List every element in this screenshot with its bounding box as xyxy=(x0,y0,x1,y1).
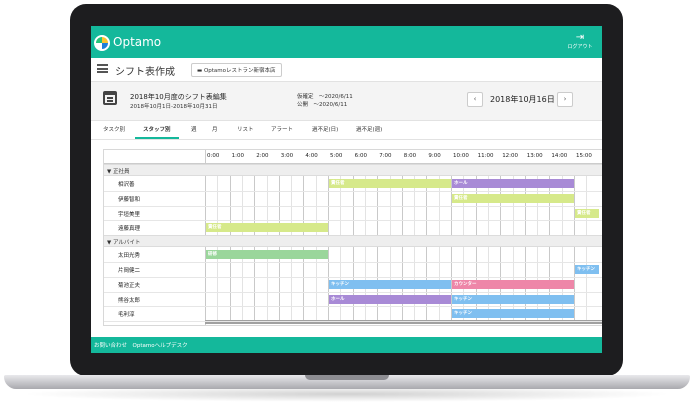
hour-label: 0:00 xyxy=(207,153,220,159)
hour-label: 1:00 xyxy=(231,153,244,159)
staff-name: 伊藤智和 xyxy=(118,196,141,203)
hour-label: 6:00 xyxy=(354,153,367,159)
hour-label: 10:00 xyxy=(453,153,469,159)
prev-date-button[interactable]: ‹ xyxy=(467,92,483,107)
staff-name: 片岡健二 xyxy=(118,268,141,274)
current-date: 2018年10月16日 xyxy=(490,95,555,104)
schedule-info-bar: 2018年10月度のシフト表編集 2018年10月1日-2018年10月31日 … xyxy=(91,82,602,121)
hour-label: 3:00 xyxy=(280,153,294,159)
group-label: ▼ アルバイト xyxy=(107,240,141,247)
active-tab-indicator xyxy=(135,137,179,139)
group-label: ▼ 正社員 xyxy=(107,169,130,175)
staff-column-header xyxy=(104,150,206,164)
logout-icon: ⇥ xyxy=(575,32,585,43)
calendar-icon xyxy=(103,91,117,105)
laptop-notch xyxy=(305,375,389,380)
shift-bar[interactable]: 責任者 xyxy=(206,223,328,233)
tab-month[interactable]: 月 xyxy=(212,125,218,133)
row-divider xyxy=(104,220,602,222)
shift-bar[interactable]: ホール xyxy=(329,294,451,304)
next-date-button[interactable]: › xyxy=(557,92,573,107)
publish-text: 公開 〜2020/6/11 xyxy=(297,102,348,108)
shift-bar[interactable]: 責任者 xyxy=(329,179,451,188)
staff-name: 遠藤真理 xyxy=(118,226,141,233)
hour-label: 7:00 xyxy=(379,153,392,159)
title-bar: シフト表作成 ▬ Optamoレストラン新宿本店 xyxy=(91,58,602,82)
tab-week[interactable]: 週 xyxy=(191,125,197,133)
schedule-range: 2018年10月1日-2018年10月31日 xyxy=(130,104,218,110)
logout-label: ログアウト xyxy=(567,44,593,50)
staff-name: 宇垣美里 xyxy=(118,211,141,218)
shift-bar[interactable]: キッチン xyxy=(452,294,574,304)
shift-bar[interactable]: キッチン xyxy=(329,279,451,289)
row-divider xyxy=(104,262,602,263)
store-name: Optamoレストラン新宿本店 xyxy=(203,68,276,74)
shift-bar[interactable]: 責任者 xyxy=(452,193,574,203)
app-header: Optamo ⇥ ログアウト xyxy=(91,26,602,58)
hour-label: 8:00 xyxy=(403,153,417,159)
row-divider xyxy=(104,306,602,308)
shift-bar[interactable]: ホール xyxy=(452,179,574,188)
group-header[interactable]: ▼ アルバイト xyxy=(104,235,602,248)
tab-alert[interactable]: アラート xyxy=(271,125,293,133)
tab-list[interactable]: リスト xyxy=(237,125,254,133)
store-select-button[interactable]: ▬ Optamoレストラン新宿本店 xyxy=(191,63,282,77)
schedule-name: 2018年10月度のシフト表編集 xyxy=(130,93,227,101)
footer-help-link[interactable]: お問い合わせ Optamoヘルプデスク xyxy=(94,341,188,349)
store-icon: ▬ xyxy=(197,68,204,74)
shift-bar[interactable]: 研修 xyxy=(206,250,328,260)
staff-name: 相沢善 xyxy=(118,182,135,188)
row-divider xyxy=(104,321,602,323)
shift-bar[interactable]: カウンター xyxy=(452,279,574,289)
brand-name: Optamo xyxy=(113,35,162,49)
tab-staff[interactable]: スタッフ別 xyxy=(143,125,171,133)
logout-button[interactable]: ⇥ ログアウト xyxy=(566,32,594,50)
tab-task[interactable]: タスク別 xyxy=(103,125,125,133)
optamo-logo-icon xyxy=(94,35,110,51)
app-screen: Optamo ⇥ ログアウト シフト表作成 ▬ Optamoレストラン新宿本店 … xyxy=(91,26,602,353)
hamburger-icon[interactable] xyxy=(97,64,108,73)
row-divider xyxy=(104,276,602,278)
tab-shortage-week[interactable]: 過不足(週) xyxy=(356,125,382,133)
hour-label: 15:00 xyxy=(576,153,592,159)
staff-name: 菊池正夫 xyxy=(118,282,141,289)
hour-label: 4:00 xyxy=(305,153,318,159)
hour-label: 13:00 xyxy=(526,153,543,159)
row-divider xyxy=(104,205,602,207)
view-tabs: タスク別 スタッフ別 週 月 リスト アラート 過不足(日) 過不足(週) xyxy=(91,121,602,140)
staff-name: 太田光秀 xyxy=(118,253,141,260)
page-title: シフト表作成 xyxy=(115,67,175,78)
shift-bar[interactable]: 責任者 xyxy=(575,208,599,218)
row-divider xyxy=(104,190,602,192)
shift-bar[interactable]: キッチン xyxy=(452,309,574,319)
staff-name: 熊谷太郎 xyxy=(118,297,141,304)
hour-label: 12:00 xyxy=(502,153,519,159)
shift-bar[interactable]: キッチン xyxy=(575,265,599,274)
hour-label: 5:00 xyxy=(330,153,343,159)
shift-grid: 0:00 1:00 2:00 3:00 4:00 5:00 6:00 7:00 8:00 9:00… xyxy=(103,149,602,326)
tab-shortage-day[interactable]: 過不足(日) xyxy=(312,125,338,133)
hour-label: 9:00 xyxy=(428,153,441,159)
hour-label: 2:00 xyxy=(256,153,269,159)
hour-label: 14:00 xyxy=(551,153,568,159)
group-header[interactable]: ▼ 正社員 xyxy=(104,164,602,176)
row-divider xyxy=(104,291,602,293)
hour-label: 11:00 xyxy=(477,153,494,159)
deadline-text: 仮確定 〜2020/6/11 xyxy=(297,94,353,100)
staff-name: 毛利淳 xyxy=(118,312,135,319)
app-footer: お問い合わせ Optamoヘルプデスク xyxy=(91,337,602,353)
